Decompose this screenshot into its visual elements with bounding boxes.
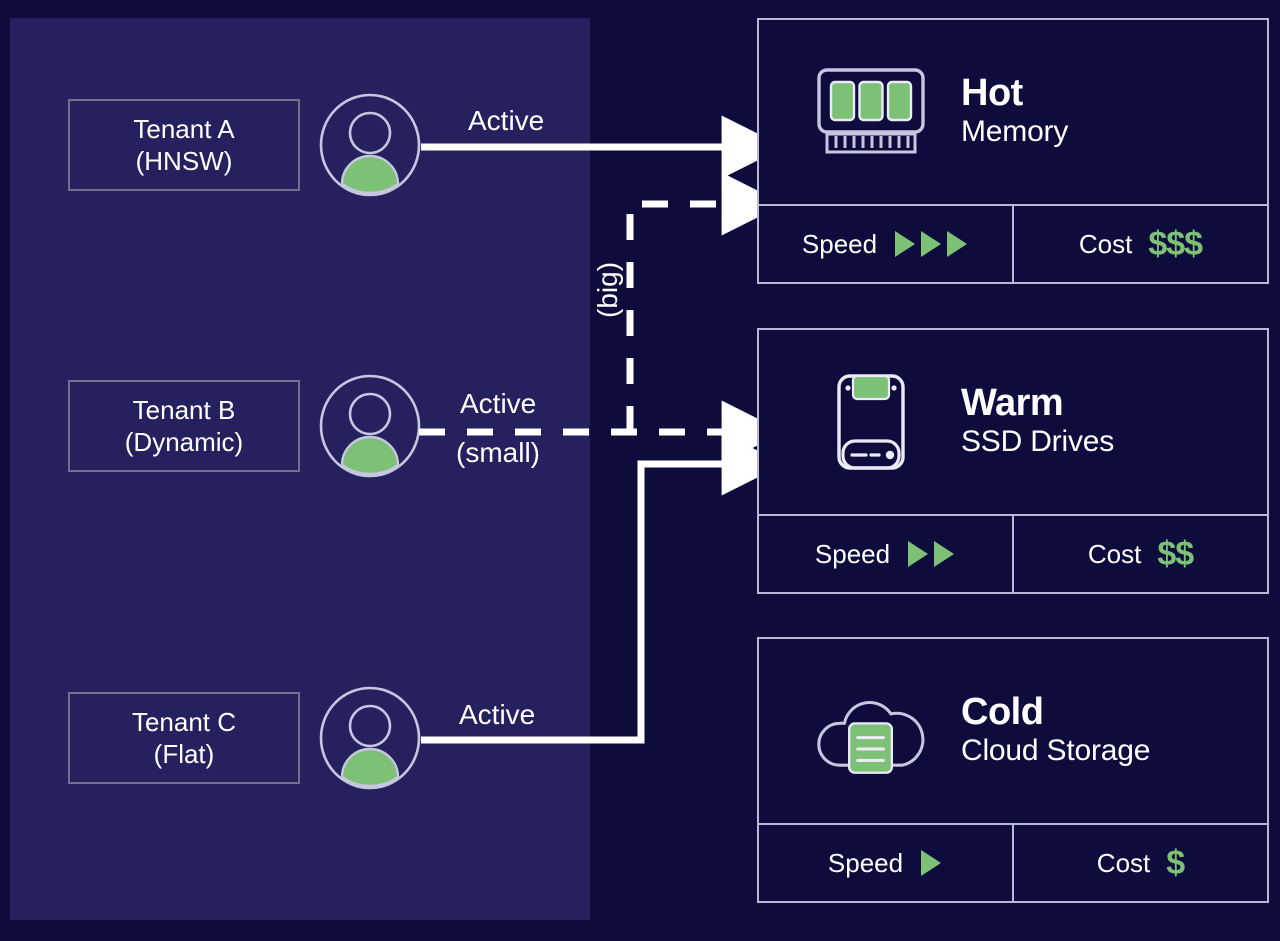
tier-speed-cold: Speed bbox=[759, 825, 1012, 901]
tenant-row-b: Tenant B (Dynamic) bbox=[68, 371, 428, 481]
tenant-name-c: Tenant C bbox=[131, 706, 237, 737]
edge-tenant-b-to-hot bbox=[626, 172, 785, 432]
tenant-row-a: Tenant A (HNSW) bbox=[68, 90, 428, 200]
tenant-index-b: (Dynamic) bbox=[124, 427, 244, 457]
edge-label-tenant-a: Active bbox=[468, 105, 545, 136]
edge-label-tenant-c: Active bbox=[459, 699, 536, 730]
cost-value-cold: $ bbox=[1166, 843, 1185, 882]
tier-cost-hot: Cost $$$ bbox=[1012, 206, 1267, 282]
tenant-panel: Tenant A (HNSW) Tenant B (Dynamic) Tenan… bbox=[10, 18, 590, 920]
tenant-box-a[interactable]: Tenant A (HNSW) bbox=[68, 99, 300, 191]
edge-sublabel-tenant-b: (small) bbox=[456, 437, 540, 468]
chevron-right-icon bbox=[921, 231, 942, 257]
tenant-name-a: Tenant A bbox=[133, 113, 235, 144]
user-avatar-icon bbox=[318, 374, 422, 478]
tenant-box-b[interactable]: Tenant B (Dynamic) bbox=[68, 380, 300, 472]
chevron-right-icon bbox=[908, 541, 929, 567]
tier-header-warm: Warm SSD Drives bbox=[759, 330, 1267, 516]
tier-name-warm: Warm bbox=[961, 382, 1064, 425]
tenant-name-b: Tenant B bbox=[132, 394, 236, 425]
tier-card-cold[interactable]: Cold Cloud Storage Speed Cost $ bbox=[757, 637, 1269, 903]
user-avatar-icon bbox=[318, 686, 422, 790]
speed-chevrons-hot bbox=[893, 229, 969, 259]
cost-value-warm: $$ bbox=[1157, 534, 1194, 573]
tenant-index-a: (HNSW) bbox=[135, 146, 233, 176]
speed-chevrons-warm bbox=[906, 539, 956, 569]
tier-cost-cold: Cost $ bbox=[1012, 825, 1267, 901]
speed-label-hot: Speed bbox=[801, 228, 878, 259]
tenant-box-c[interactable]: Tenant C (Flat) bbox=[68, 692, 300, 784]
tier-name-hot: Hot bbox=[961, 72, 1023, 115]
tier-header-cold: Cold Cloud Storage bbox=[759, 639, 1267, 825]
cloud-storage-icon bbox=[815, 679, 927, 783]
tiered-storage-diagram: Tenant A (HNSW) Tenant B (Dynamic) Tenan… bbox=[0, 0, 1280, 941]
chevron-right-icon bbox=[895, 231, 916, 257]
tier-speed-hot: Speed bbox=[759, 206, 1012, 282]
cost-label-warm: Cost bbox=[1087, 538, 1142, 569]
tier-subtitle-hot: Memory bbox=[961, 115, 1069, 149]
tier-speed-warm: Speed bbox=[759, 516, 1012, 592]
tier-stats-hot: Speed Cost $$$ bbox=[759, 206, 1267, 282]
chevron-right-icon bbox=[934, 541, 955, 567]
speed-label-warm: Speed bbox=[814, 538, 891, 569]
chevron-right-icon bbox=[921, 850, 942, 876]
tier-header-hot: Hot Memory bbox=[759, 20, 1267, 206]
tier-subtitle-cold: Cloud Storage bbox=[961, 734, 1151, 768]
tier-card-warm[interactable]: Warm SSD Drives Speed Cost $$ bbox=[757, 328, 1269, 594]
tenant-row-c: Tenant C (Flat) bbox=[68, 683, 428, 793]
cost-label-hot: Cost bbox=[1078, 228, 1133, 259]
tier-stats-warm: Speed Cost $$ bbox=[759, 516, 1267, 592]
tier-stats-cold: Speed Cost $ bbox=[759, 825, 1267, 901]
tier-cost-warm: Cost $$ bbox=[1012, 516, 1267, 592]
edge-label-tenant-b: Active bbox=[460, 388, 537, 419]
speed-label-cold: Speed bbox=[827, 847, 904, 878]
edge-label-tenant-b-big: (big) bbox=[592, 261, 623, 318]
tenant-index-c: (Flat) bbox=[153, 739, 215, 769]
tier-card-hot[interactable]: Hot Memory Speed Cost $$$ bbox=[757, 18, 1269, 284]
chevron-right-icon bbox=[947, 231, 968, 257]
ssd-drive-icon bbox=[815, 370, 927, 474]
memory-ram-icon bbox=[815, 60, 927, 164]
user-avatar-icon bbox=[318, 93, 422, 197]
tier-name-cold: Cold bbox=[961, 691, 1044, 734]
speed-chevrons-cold bbox=[919, 848, 943, 878]
tier-subtitle-warm: SSD Drives bbox=[961, 425, 1115, 459]
cost-label-cold: Cost bbox=[1096, 847, 1151, 878]
cost-value-hot: $$$ bbox=[1148, 224, 1203, 263]
